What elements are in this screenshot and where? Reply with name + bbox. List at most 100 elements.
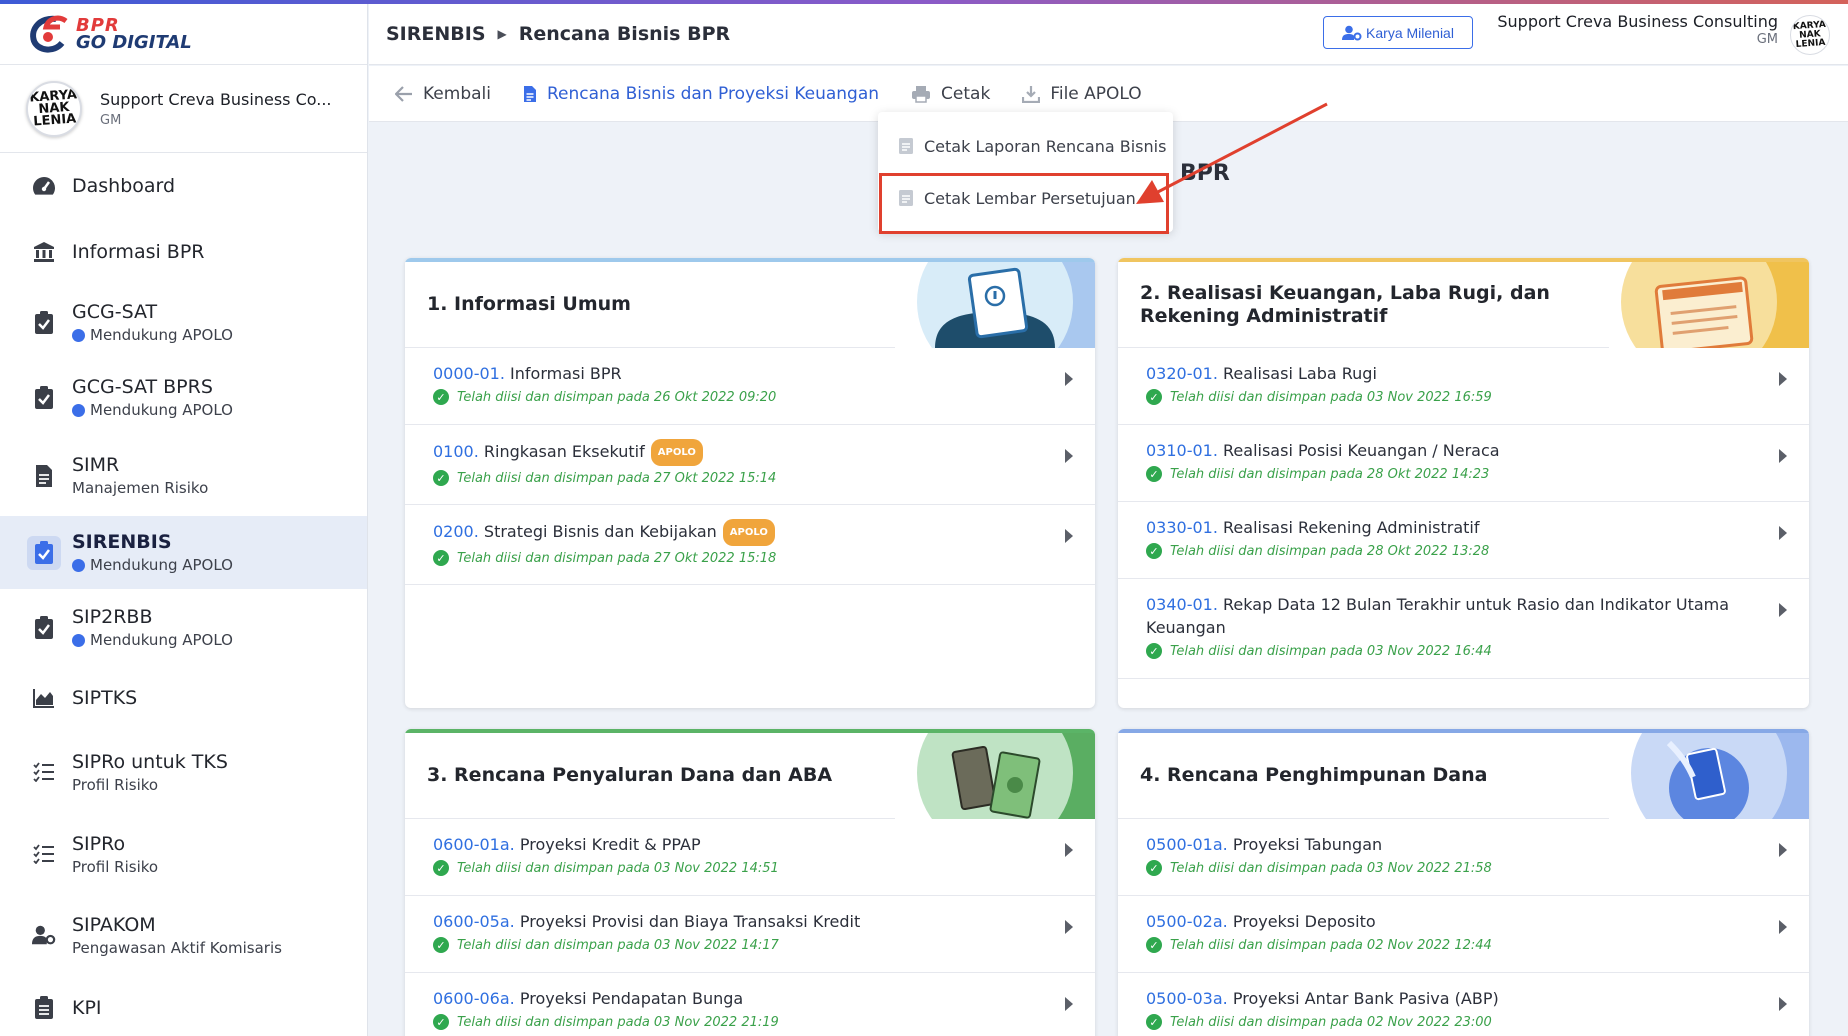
- apolo-dot-icon: [72, 403, 85, 417]
- clipboard-list-icon: [32, 996, 56, 1020]
- list-item[interactable]: 0100. Ringkasan Eksekutif APOLO ✓ Telah di…: [405, 425, 1095, 505]
- row-status: Telah diisi dan disimpan pada 03 Nov 202…: [1170, 389, 1492, 405]
- row-code[interactable]: 0200.: [433, 522, 479, 541]
- sidebar-item-sub: Pengawasan Aktif Komisaris: [72, 938, 282, 957]
- check-circle-icon: ✓: [1146, 389, 1162, 405]
- row-code[interactable]: 0600-01a.: [433, 835, 515, 854]
- sidebar-item-simr[interactable]: SIMR Manajemen Risiko: [0, 435, 367, 516]
- cetak-button[interactable]: Cetak: [911, 84, 990, 104]
- sidebar-item-dashboard[interactable]: Dashboard: [0, 153, 367, 219]
- check-circle-icon: ✓: [433, 860, 449, 876]
- sidebar-item-label: SIMR: [72, 454, 120, 476]
- sidebar-item-sirenbis[interactable]: SIRENBIS Mendukung APOLO: [0, 516, 367, 589]
- list-item[interactable]: 0330-01. Realisasi Rekening Administrati…: [1118, 502, 1809, 579]
- header-avatar[interactable]: KARYA NAK LENIA: [1790, 15, 1830, 55]
- karya-milenial-label: Karya Milenial: [1366, 24, 1454, 41]
- row-status: Telah diisi dan disimpan pada 26 Okt 202…: [457, 389, 777, 405]
- row-code[interactable]: 0500-03a.: [1146, 989, 1228, 1008]
- list-item[interactable]: 0340-01. Rekap Data 12 Bulan Terakhir un…: [1118, 579, 1809, 679]
- menu-item-cetak-laporan[interactable]: Cetak Laporan Rencana Bisnis: [878, 120, 1173, 172]
- apolo-dot-icon: [72, 633, 85, 647]
- section-card-penghimpunan-dana: 4. Rencana Penghimpunan Dana 0500-01a. P…: [1118, 729, 1809, 1036]
- list-item[interactable]: 0320-01. Realisasi Laba Rugi ✓ Telah diis…: [1118, 348, 1809, 425]
- sidebar: BPR GO DIGITAL KARYA NAK LENIA Support C…: [0, 4, 368, 1036]
- breadcrumb-item-sirenbis[interactable]: SIRENBIS: [386, 23, 486, 45]
- list-item[interactable]: 0600-01a. Proyeksi Kredit & PPAP ✓ Telah …: [405, 819, 1095, 896]
- row-code[interactable]: 0310-01.: [1146, 441, 1218, 460]
- row-code[interactable]: 0600-05a.: [433, 912, 515, 931]
- row-code[interactable]: 0320-01.: [1146, 364, 1218, 383]
- row-title: Proyeksi Pendapatan Bunga: [519, 989, 744, 1008]
- sidebar-item-siptks[interactable]: SIPTKS: [0, 666, 367, 730]
- caret-right-icon: [1065, 529, 1073, 543]
- printer-icon: [911, 85, 931, 103]
- sidebar-profile[interactable]: KARYA NAK LENIA Support Creva Business C…: [0, 65, 367, 153]
- row-code[interactable]: 0500-02a.: [1146, 912, 1228, 931]
- sidebar-item-label: SIPTKS: [72, 687, 138, 709]
- row-title: Realisasi Laba Rugi: [1223, 364, 1377, 383]
- list-item[interactable]: 0000-01. Informasi BPR ✓ Telah diisi dan …: [405, 348, 1095, 425]
- file-apolo-button[interactable]: File APOLO: [1022, 83, 1142, 104]
- list-item[interactable]: 0600-06a. Proyeksi Pendapatan Bunga ✓ Tel…: [405, 973, 1095, 1036]
- list-item[interactable]: 0310-01. Realisasi Posisi Keuangan / Ner…: [1118, 425, 1809, 502]
- section-card-realisasi-keuangan: 2. Realisasi Keuangan, Laba Rugi, dan Re…: [1118, 258, 1809, 708]
- row-status: Telah diisi dan disimpan pada 27 Okt 202…: [457, 550, 777, 566]
- row-code[interactable]: 0000-01.: [433, 364, 505, 383]
- header-user-role: GM: [1756, 32, 1778, 47]
- check-circle-icon: ✓: [433, 389, 449, 405]
- sidebar-item-gcg-sat-bprs[interactable]: GCG-SAT BPRS Mendukung APOLO: [0, 360, 367, 435]
- information-illustration-icon: [895, 262, 1095, 348]
- sidebar-item-label: SIPRo: [72, 832, 126, 855]
- dashboard-icon: [32, 174, 56, 198]
- list-item[interactable]: 0500-03a. Proyeksi Antar Bank Pasiva (AB…: [1118, 973, 1809, 1036]
- caret-right-icon: [1779, 449, 1787, 463]
- sidebar-item-sipakom[interactable]: SIPAKOM Pengawasan Aktif Komisaris: [0, 894, 367, 976]
- bank-icon: [32, 240, 56, 264]
- row-code[interactable]: 0100.: [433, 442, 479, 461]
- back-button[interactable]: Kembali: [395, 84, 491, 104]
- sidebar-item-sip2rbb[interactable]: SIP2RBB Mendukung APOLO: [0, 589, 367, 666]
- row-status: Telah diisi dan disimpan pada 02 Nov 202…: [1170, 937, 1492, 953]
- check-circle-icon: ✓: [433, 937, 449, 953]
- clipboard-check-icon: [32, 615, 56, 640]
- list-item[interactable]: 0500-01a. Proyeksi Tabungan ✓ Telah diisi…: [1118, 819, 1809, 896]
- checklist-icon: [32, 842, 56, 866]
- breadcrumb-item-current: Rencana Bisnis BPR: [518, 23, 731, 45]
- check-circle-icon: ✓: [1146, 466, 1162, 482]
- sidebar-item-sipro[interactable]: SIPRo Profil Risiko: [0, 814, 367, 894]
- row-status: Telah diisi dan disimpan pada 27 Okt 202…: [457, 470, 777, 486]
- sidebar-item-label: GCG-SAT: [72, 301, 158, 323]
- file-icon: [32, 464, 56, 488]
- check-circle-icon: ✓: [433, 550, 449, 566]
- list-item[interactable]: 0600-05a. Proyeksi Provisi dan Biaya Tra…: [405, 896, 1095, 973]
- file-apolo-label: File APOLO: [1050, 83, 1142, 104]
- row-title: Informasi BPR: [510, 364, 622, 383]
- sidebar-item-informasi-bpr[interactable]: Informasi BPR: [0, 219, 367, 285]
- sidebar-item-sipro-tks[interactable]: SIPRo untuk TKS Profil Risiko: [0, 730, 367, 814]
- sidebar-item-kpi[interactable]: KPI: [0, 976, 367, 1036]
- row-code[interactable]: 0500-01a.: [1146, 835, 1228, 854]
- brand-logo[interactable]: BPR GO DIGITAL: [0, 4, 367, 65]
- area-chart-icon: [32, 686, 56, 710]
- apolo-dot-icon: [72, 558, 85, 572]
- arrow-left-icon: [395, 85, 413, 102]
- red-arrow-annotation-icon: [1136, 102, 1328, 204]
- row-status: Telah diisi dan disimpan pada 02 Nov 202…: [1170, 1014, 1492, 1030]
- caret-right-icon: [1065, 920, 1073, 934]
- row-code[interactable]: 0600-06a.: [433, 989, 515, 1008]
- row-code[interactable]: 0330-01.: [1146, 518, 1218, 537]
- list-item[interactable]: 0200. Strategi Bisnis dan Kebijakan APOLO…: [405, 505, 1095, 585]
- rencana-bisnis-button[interactable]: Rencana Bisnis dan Proyeksi Keuangan: [523, 84, 879, 104]
- sidebar-item-sub: Manajemen Risiko: [72, 479, 209, 497]
- card-title: 4. Rencana Penghimpunan Dana: [1140, 764, 1488, 786]
- row-code[interactable]: 0340-01.: [1146, 595, 1218, 614]
- sidebar-item-gcg-sat[interactable]: GCG-SAT Mendukung APOLO: [0, 285, 367, 360]
- header-user[interactable]: Support Creva Business Consulting GM: [1497, 12, 1778, 47]
- caret-right-icon: [1779, 997, 1787, 1011]
- list-item[interactable]: 0500-02a. Proyeksi Deposito ✓ Telah diisi…: [1118, 896, 1809, 973]
- karya-milenial-button[interactable]: Karya Milenial: [1323, 16, 1473, 49]
- caret-right-icon: [1065, 843, 1073, 857]
- back-label: Kembali: [423, 83, 491, 104]
- card-title: 2. Realisasi Keuangan, Laba Rugi, dan Re…: [1140, 281, 1550, 327]
- sidebar-item-sub: Profil Risiko: [72, 775, 159, 794]
